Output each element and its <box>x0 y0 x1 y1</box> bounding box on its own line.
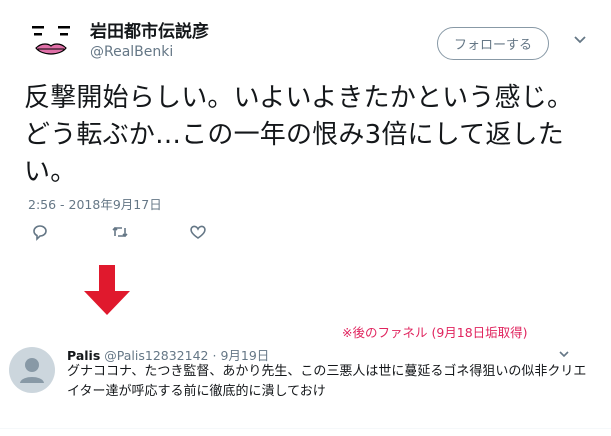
reply-display-name[interactable]: Palis <box>67 348 100 363</box>
separator-dot: · <box>212 348 217 363</box>
display-name[interactable]: 岩田都市伝説彦 <box>90 17 209 42</box>
chevron-down-icon[interactable] <box>573 33 587 47</box>
retweet-icon[interactable] <box>110 222 130 242</box>
reply-text: グナココナ、たつき監督、あかり先生、この三悪人は世に蔓延るゴネ得狙いの似非クリエ… <box>67 364 587 399</box>
arrow-down-icon <box>84 265 130 315</box>
tweet-text: 反撃開始らしい。いよいよきたかという感じ。どう転ぶか…この一年の恨み3倍にして返… <box>24 83 574 187</box>
reply-date[interactable]: 9月19日 <box>220 348 269 363</box>
reply-icon[interactable] <box>30 222 50 242</box>
default-avatar-icon[interactable] <box>9 347 55 393</box>
like-icon[interactable] <box>188 222 208 242</box>
tweet-timestamp[interactable]: 2:56 - 2018年9月17日 <box>28 194 162 213</box>
user-handle[interactable]: @RealBenki <box>90 44 173 60</box>
reply-handle[interactable]: @Palis12832142 <box>104 348 208 363</box>
chevron-down-icon[interactable] <box>558 348 570 360</box>
annotation-note: ※後のファネル (9月18日垢取得) <box>342 325 528 340</box>
divider <box>0 428 611 429</box>
avatar-face-icon[interactable] <box>22 12 80 72</box>
follow-button[interactable]: フォローする <box>437 27 549 60</box>
